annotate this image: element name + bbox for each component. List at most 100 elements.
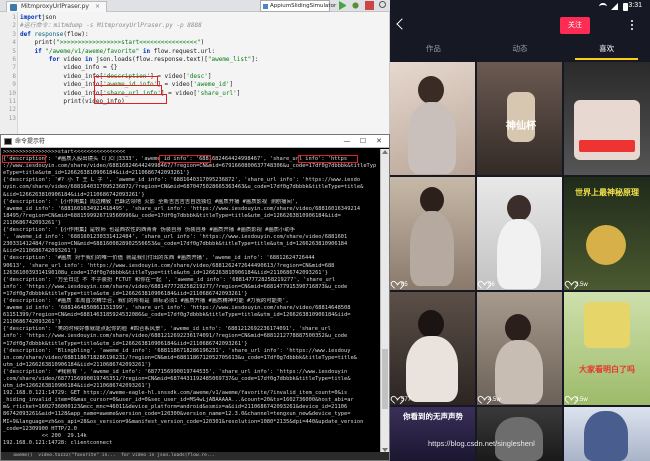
cmd-output-line: << 200 29.14k [3,432,87,439]
search-icon[interactable] [379,1,386,8]
cmd-output-line: info': 'https://www.iesdouyin.com/share/… [3,283,348,290]
cmd-output-line: {'description': '#? 小 T 王 L 子 ', 'aweme_… [3,177,361,184]
code-token: "aweme_list" [207,55,252,63]
code-token: if [34,47,46,55]
line-number: 3 [12,30,16,38]
python-file-icon [10,4,17,11]
run-icon[interactable] [339,1,346,10]
tab-activity[interactable]: 动态 [477,42,564,60]
close-tab-icon[interactable]: × [95,3,100,10]
maximize-button[interactable]: ☐ [355,135,371,147]
run-tools [339,1,386,10]
cmd-output-line: 2110686742093261'} [3,219,61,226]
cmd-output-line: 'aweme_id info': '6881601634921418495', … [3,205,361,212]
code-token: ] [236,89,241,97]
tab-works[interactable]: 作品 [390,42,477,60]
video-thumbnail[interactable]: 65 [390,177,475,290]
code-token: 'share_url' [197,89,237,97]
cmd-output-line: 18495/?region=CN&mid=6881599926719560996… [3,212,341,219]
video-thumbnail[interactable]: 4.5w [477,292,562,405]
heart-icon [393,397,399,403]
file-tab[interactable]: MitmproxyUrlPraser.py × [6,1,107,12]
code-editor-window: MitmproxyUrlPraser.py × AppiumSlidingSimu… [0,0,390,134]
run-config-select[interactable]: AppiumSlidingSimulator [260,0,336,12]
cmd-output: >>>>>>>>>>>>>>>>>start<<<<<<<<<<<<<<<< {'… [3,149,379,453]
code-token: json [41,14,57,21]
code-line: 13 [9,115,386,123]
code-line: 8 video_info['description'] = video['des… [12,72,386,81]
thumbnail-figure [586,225,626,265]
thumbnail-figure [418,76,444,104]
cmd-output-line: 86742093261&aid=1128&app_name=aweme&vers… [3,411,351,418]
cmd-output-line: {'description': '笑的时候好像就能点起你的脸 #四合系风景', … [3,326,331,333]
video-thumbnail[interactable]: 神仙杯 [477,62,562,175]
cmd-prompt-line: 192.168.0.121:14728: clientconnect [3,439,113,446]
cmd-output-line: 2110686742093261'} [3,319,61,326]
code-line: 7 video_info = {} [12,64,386,72]
line-number: 9 [12,81,16,89]
cmd-title-bar: 命令提示符 — ☐ ✕ [1,135,389,148]
video-thumbnail[interactable]: 世界上最神秘原理 3.5w [564,177,650,290]
video-thumbnail[interactable]: 577 [390,292,475,405]
video-thumbnail[interactable] [477,407,562,461]
code-token: ">>>>>>>>>>>>>>>>>start<<<<<<<<<<<<<<<<" [56,39,201,47]
code-token: video [63,55,86,63]
code-line: 4 print(">>>>>>>>>>>>>>>>>start<<<<<<<<<… [12,39,386,47]
cmd-scrollbar[interactable] [380,149,389,453]
scroll-thumb[interactable] [382,349,388,409]
close-button[interactable]: ✕ [371,135,387,147]
code-token: video_info[ [20,81,104,89]
cmd-output-line: ://www.iesdouyin.com/share/video/6881682… [3,163,377,170]
code-token: ] = video[ [150,72,187,80]
code-line: 5 if "/aweme/v1/aweme/favorite" in flow.… [12,47,386,56]
minimize-button[interactable]: — [339,135,355,147]
code-token: 'desc' [186,72,208,80]
code-area[interactable]: 1 importjson 2 #运行命令：mitmdump -s MitmproxyU… [9,14,386,123]
cmd-output-line: &iid=1266263810906184&iid=21106867420932… [3,191,145,198]
editor-status-line: aweme() video.tozzz("favorite" in... for… [1,452,389,460]
video-thumbnail[interactable]: 你看到的无声声势 [390,407,475,461]
thumbnail-caption: 大家看明白了吗 [579,365,635,374]
more-icon[interactable] [624,17,640,33]
video-thumbnail[interactable] [390,62,475,175]
cmd-output-line: in.com/share/video/6881186718286196231/?… [3,354,357,361]
code-token: json.loads(flow.response.text)[ [95,55,208,63]
code-token: flow.request.url: [153,47,216,55]
thumbnail-figure [505,314,531,342]
video-thumbnail[interactable] [564,62,650,175]
cmd-output-line: eType=title&utm_id=1266263810906184&iid=… [3,170,190,177]
code-token: for [48,55,64,63]
code-line: 9 video_info['aweme_id info'] = video['a… [12,81,386,89]
scroll-up-icon[interactable] [382,150,388,154]
like-count: 3.5w [567,397,588,403]
video-thumbnail[interactable]: 56 [477,177,562,290]
wifi-icon [599,3,607,10]
code-token: #运行命令：mitmdump -s MitmproxyUrlPraser.py … [20,22,202,30]
stop-icon[interactable] [365,1,374,10]
code-token: response [34,30,64,38]
cmd-output-line: {'description': '【小作用集】周边精致 已酥达领地 火影 全新吉… [3,198,299,205]
line-number: 5 [12,47,16,55]
cmd-output-line: 'aweme_id info': '6881464850861151399', … [3,305,351,312]
battery-icon [623,3,628,11]
signal-icon [611,3,618,10]
follow-button[interactable]: 关注 [560,17,590,34]
line-number: 1 [12,14,16,21]
status-time: 3:31 [628,2,642,9]
debug-icon[interactable] [351,1,360,10]
code-token: in [85,55,96,63]
cmd-output-line: {'description': '#画质入股出镜头 C门C门3333', 'aw… [3,156,348,163]
thumbnail-figure [507,195,531,221]
video-thumbnail[interactable]: 大家看明白了吗 3.5w [564,292,650,405]
back-icon[interactable] [396,18,408,30]
code-line: 6 for video in json.loads(flow.response.… [12,55,386,64]
code-line: 12 [9,106,386,114]
cmd-output-line: 230331412484/?region=CN&mid=688160082890… [3,241,348,248]
video-thumbnail[interactable] [564,407,650,461]
code-token: 'description' [103,72,151,80]
cmd-output-line: {'description': '万圣日过 不 不子装扮 FCTUT 和你在一起… [3,276,336,283]
tab-likes[interactable]: 喜欢 [563,42,650,60]
line-number: 13 [8,114,16,122]
